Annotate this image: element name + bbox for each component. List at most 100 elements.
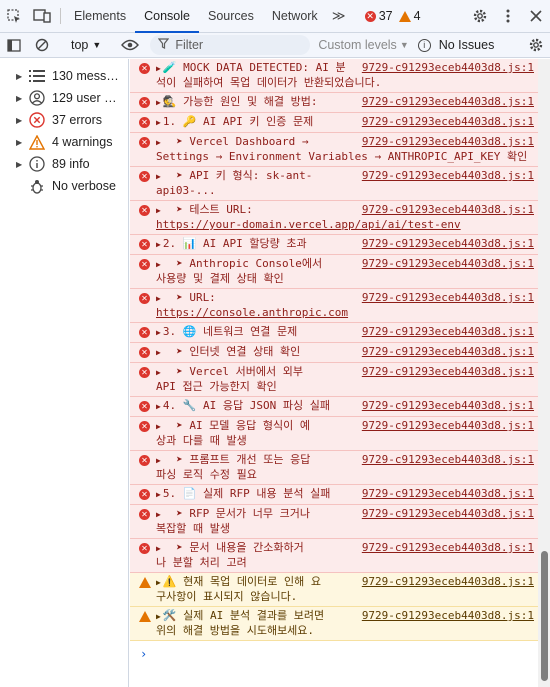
issues-button[interactable]: No Issues <box>439 38 495 52</box>
expand-triangle-icon[interactable]: ▶ <box>156 326 161 340</box>
console-error-message[interactable]: ✕ 9729-c91293eceb4403d8.js:1 ▶ ➤ 프롬프트 개선 또… <box>130 451 538 485</box>
close-icon[interactable] <box>522 10 550 22</box>
expand-triangle-icon[interactable]: ▶ <box>156 116 161 130</box>
tab-sources[interactable]: Sources <box>199 0 263 32</box>
source-link[interactable]: 9729-c91293eceb4403d8.js:1 <box>361 257 534 271</box>
console-settings-gear-icon[interactable] <box>522 37 550 53</box>
expand-triangle-icon[interactable]: ▶ <box>156 238 161 252</box>
sidebar-item-user-messages[interactable]: ▶ 129 user … <box>0 87 128 109</box>
tab-network[interactable]: Network <box>263 0 327 32</box>
source-link[interactable]: 9729-c91293eceb4403d8.js:1 <box>361 115 534 129</box>
gear-icon[interactable] <box>466 8 494 24</box>
tab-elements[interactable]: Elements <box>65 0 135 32</box>
warning-count-badge[interactable]: 4 <box>398 0 421 32</box>
message-url-link[interactable]: https://your-domain.vercel.app/api/ai/te… <box>156 218 534 232</box>
source-link[interactable]: 9729-c91293eceb4403d8.js:1 <box>361 419 534 433</box>
console-prompt[interactable]: › <box>130 647 538 661</box>
error-count-badge[interactable]: ✕ 37 <box>364 0 393 32</box>
expand-triangle-icon[interactable]: ▶ <box>156 542 161 556</box>
tab-console[interactable]: Console <box>135 0 199 33</box>
expand-triangle-icon[interactable]: ▶ <box>156 508 161 522</box>
sidebar-item-verbose[interactable]: No verbose <box>0 175 128 197</box>
expand-triangle-icon[interactable]: ▶ <box>156 346 161 360</box>
console-error-message[interactable]: ✕ 9729-c91293eceb4403d8.js:1 ▶ 3. 🌐 네트워크 연결… <box>130 323 538 343</box>
sidebar-item-warnings[interactable]: ▶ 4 warnings <box>0 131 128 153</box>
sidebar-item-errors[interactable]: ▶ 37 errors <box>0 109 128 131</box>
message-line: ➤ Vercel 서버에서 외부 <box>162 365 304 378</box>
message-line: ➤ 프롬프트 개선 또는 응답 <box>162 453 311 466</box>
source-link[interactable]: 9729-c91293eceb4403d8.js:1 <box>361 345 534 359</box>
expand-triangle-icon[interactable]: ▶ <box>156 400 161 414</box>
console-error-message[interactable]: ✕ 9729-c91293eceb4403d8.js:1 ▶ 🕵 가능한 원인 및 해… <box>130 93 538 113</box>
live-expression-eye-icon[interactable] <box>116 39 144 51</box>
console-error-message[interactable]: ✕ 9729-c91293eceb4403d8.js:1 ▶ ➤ AI 모델 응답 … <box>130 417 538 451</box>
error-icon: ✕ <box>139 509 150 520</box>
console-scrollbar[interactable] <box>538 59 550 687</box>
source-link[interactable]: 9729-c91293eceb4403d8.js:1 <box>361 237 534 251</box>
console-warning-message[interactable]: 9729-c91293eceb4403d8.js:1 ▶ ⚠️ 현재 목업 데이터로… <box>130 573 538 607</box>
tab-label: Console <box>144 9 190 23</box>
source-link[interactable]: 9729-c91293eceb4403d8.js:1 <box>361 399 534 413</box>
console-error-message[interactable]: ✕ 9729-c91293eceb4403d8.js:1 ▶ 🧪 MOCK DATA … <box>130 59 538 93</box>
source-link[interactable]: 9729-c91293eceb4403d8.js:1 <box>361 169 534 183</box>
source-link[interactable]: 9729-c91293eceb4403d8.js:1 <box>361 541 534 555</box>
source-link[interactable]: 9729-c91293eceb4403d8.js:1 <box>361 291 534 305</box>
console-error-message[interactable]: ✕ 9729-c91293eceb4403d8.js:1 ▶ ➤ RFP 문서가 너… <box>130 505 538 539</box>
source-link[interactable]: 9729-c91293eceb4403d8.js:1 <box>361 487 534 501</box>
source-link[interactable]: 9729-c91293eceb4403d8.js:1 <box>361 135 534 149</box>
source-link[interactable]: 9729-c91293eceb4403d8.js:1 <box>361 609 534 623</box>
console-error-message[interactable]: ✕ 9729-c91293eceb4403d8.js:1 ▶ 2. 📊 AI API … <box>130 235 538 255</box>
expand-triangle-icon[interactable]: ▶ <box>156 136 161 150</box>
console-error-message[interactable]: ✕ 9729-c91293eceb4403d8.js:1 ▶ 1. 🔑 AI API … <box>130 113 538 133</box>
source-link[interactable]: 9729-c91293eceb4403d8.js:1 <box>361 365 534 379</box>
message-continuation: 파싱 로직 수정 필요 <box>156 468 257 481</box>
context-select[interactable]: top ▼ <box>65 38 107 52</box>
source-link[interactable]: 9729-c91293eceb4403d8.js:1 <box>361 325 534 339</box>
console-error-message[interactable]: ✕ 9729-c91293eceb4403d8.js:1 ▶ ➤ 문서 내용을 간소… <box>130 539 538 573</box>
clear-console-icon[interactable] <box>28 38 56 52</box>
scrollbar-thumb[interactable] <box>541 551 548 681</box>
device-toolbar-icon[interactable] <box>28 0 56 32</box>
more-tabs-icon[interactable]: ≫ <box>327 0 351 32</box>
expand-triangle-icon[interactable]: ▶ <box>156 258 161 272</box>
source-link[interactable]: 9729-c91293eceb4403d8.js:1 <box>361 203 534 217</box>
console-error-message[interactable]: ✕ 9729-c91293eceb4403d8.js:1 ▶ 4. 🔧 AI 응답 J… <box>130 397 538 417</box>
expand-triangle-icon[interactable]: ▶ <box>156 292 161 306</box>
source-link[interactable]: 9729-c91293eceb4403d8.js:1 <box>361 453 534 467</box>
message-url-link[interactable]: https://console.anthropic.com <box>156 306 534 320</box>
message-continuation: api03-... <box>156 184 216 197</box>
source-link[interactable]: 9729-c91293eceb4403d8.js:1 <box>361 61 534 75</box>
expand-triangle-icon[interactable]: ▶ <box>156 170 161 184</box>
console-error-message[interactable]: ✕ 9729-c91293eceb4403d8.js:1 ▶ ➤ 테스트 URL: h… <box>130 201 538 235</box>
console-error-message[interactable]: ✕ 9729-c91293eceb4403d8.js:1 ▶ 5. 📄 실제 RFP … <box>130 485 538 505</box>
sidebar-toggle-icon[interactable] <box>0 38 28 52</box>
info-icon <box>28 156 46 172</box>
expand-triangle-icon[interactable]: ▶ <box>156 96 161 110</box>
message-line: ➤ RFP 문서가 너무 크거나 <box>162 507 311 520</box>
console-messages[interactable]: ✕ 9729-c91293eceb4403d8.js:1 ▶ 🧪 MOCK DATA … <box>130 59 538 687</box>
log-levels-dropdown[interactable]: Custom levels ▼ <box>318 38 408 52</box>
console-error-message[interactable]: ✕ 9729-c91293eceb4403d8.js:1 ▶ ➤ URL: https… <box>130 289 538 323</box>
expand-triangle-icon[interactable]: ▶ <box>156 454 161 468</box>
console-warning-message[interactable]: 9729-c91293eceb4403d8.js:1 ▶ 🛠️ 실제 AI 분석 결… <box>130 607 538 641</box>
sidebar-item-messages[interactable]: ▶ 130 mess… <box>0 65 128 87</box>
inspect-element-icon[interactable] <box>0 0 28 32</box>
sidebar-item-info[interactable]: ▶ 89 info <box>0 153 128 175</box>
source-link[interactable]: 9729-c91293eceb4403d8.js:1 <box>361 95 534 109</box>
console-error-message[interactable]: ✕ 9729-c91293eceb4403d8.js:1 ▶ ➤ Vercel Da… <box>130 133 538 167</box>
source-link[interactable]: 9729-c91293eceb4403d8.js:1 <box>361 575 534 589</box>
console-error-message[interactable]: ✕ 9729-c91293eceb4403d8.js:1 ▶ ➤ API 키 형식:… <box>130 167 538 201</box>
expand-triangle-icon[interactable]: ▶ <box>156 610 161 624</box>
expand-triangle-icon[interactable]: ▶ <box>156 62 161 76</box>
expand-triangle-icon[interactable]: ▶ <box>156 366 161 380</box>
console-error-message[interactable]: ✕ 9729-c91293eceb4403d8.js:1 ▶ ➤ 인터넷 연결 상태… <box>130 343 538 363</box>
expand-triangle-icon[interactable]: ▶ <box>156 488 161 502</box>
expand-triangle-icon[interactable]: ▶ <box>156 420 161 434</box>
kebab-menu-icon[interactable] <box>494 9 522 23</box>
expand-triangle-icon[interactable]: ▶ <box>156 576 161 590</box>
console-error-message[interactable]: ✕ 9729-c91293eceb4403d8.js:1 ▶ ➤ Vercel 서버… <box>130 363 538 397</box>
expand-triangle-icon[interactable]: ▶ <box>156 204 161 218</box>
filter-input[interactable]: Filter <box>150 35 311 55</box>
console-error-message[interactable]: ✕ 9729-c91293eceb4403d8.js:1 ▶ ➤ Anthropic… <box>130 255 538 289</box>
source-link[interactable]: 9729-c91293eceb4403d8.js:1 <box>361 507 534 521</box>
